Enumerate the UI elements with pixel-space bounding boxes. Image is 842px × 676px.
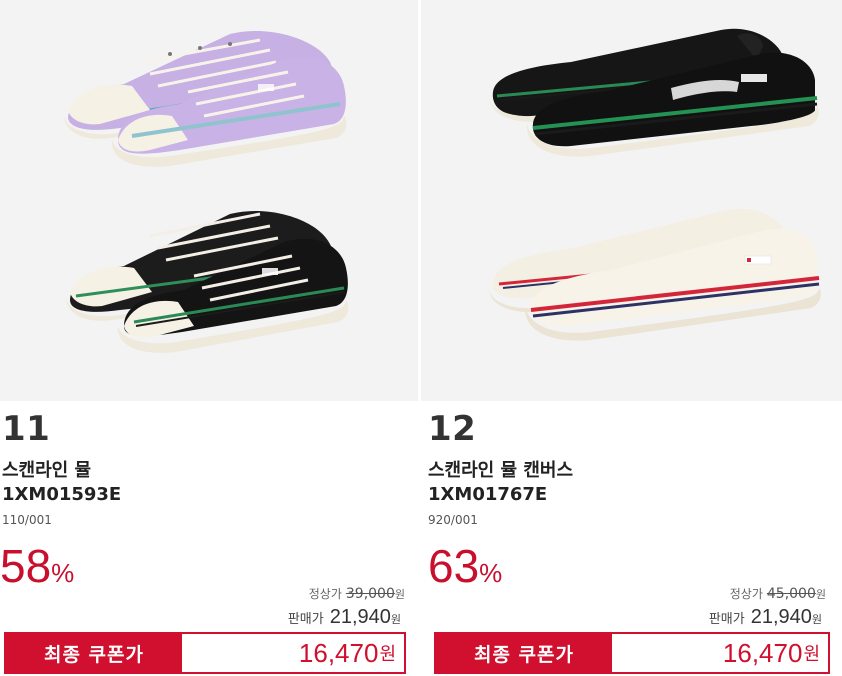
regular-price-label: 정상가	[729, 587, 763, 601]
product-name[interactable]: 스캔라인 뮬	[2, 456, 91, 482]
product-card-12[interactable]: 12 스캔라인 뮬 캔버스 1XM01767E 920/001 63% 정상가 4…	[421, 0, 842, 676]
product-name[interactable]: 스캔라인 뮬 캔버스	[428, 456, 573, 482]
coupon-price-unit: 원	[803, 644, 820, 665]
coupon-price: 16,470 원	[182, 634, 404, 672]
coupon-price-value: 16,470	[722, 637, 803, 668]
sale-price-label: 판매가	[287, 612, 324, 627]
shoe-pair-black-white-slipon-image	[488, 28, 821, 341]
sale-price: 판매가 21,940원	[709, 606, 822, 629]
sale-price-label: 판매가	[708, 612, 745, 627]
product-color-code: 920/001	[428, 513, 478, 527]
sale-price-value: 21,940	[329, 606, 391, 628]
product-image-11[interactable]	[0, 0, 418, 401]
product-color-code: 110/001	[2, 513, 52, 527]
discount-percent-sign: %	[479, 558, 503, 588]
product-code[interactable]: 1XM01767E	[428, 484, 547, 505]
product-rank: 11	[2, 409, 51, 449]
discount-number: 63	[428, 540, 480, 592]
sale-price-unit: 원	[390, 613, 401, 626]
coupon-price-box[interactable]: 최종 쿠폰가 16,470 원	[434, 632, 830, 674]
product-rank: 12	[428, 409, 477, 449]
regular-price-label: 정상가	[308, 587, 342, 601]
sale-price-unit: 원	[811, 613, 822, 626]
sale-price-value: 21,940	[750, 606, 812, 628]
discount-rate: 58%	[0, 539, 74, 593]
coupon-price: 16,470 원	[612, 634, 828, 672]
discount-number: 58	[0, 540, 52, 592]
coupon-price-unit: 원	[379, 644, 396, 665]
coupon-price-label: 최종 쿠폰가	[436, 634, 612, 672]
regular-price: 정상가 39,000원	[309, 585, 405, 602]
sale-price: 판매가 21,940원	[288, 606, 401, 629]
discount-percent-sign: %	[51, 558, 75, 588]
regular-price-value: 45,000	[766, 586, 816, 602]
product-image-12[interactable]	[421, 0, 842, 401]
coupon-price-box[interactable]: 최종 쿠폰가 16,470 원	[4, 632, 406, 674]
coupon-price-label: 최종 쿠폰가	[6, 634, 182, 672]
product-card-11[interactable]: 11 스캔라인 뮬 1XM01593E 110/001 58% 정상가 39,00…	[0, 0, 421, 676]
regular-price-value: 39,000	[345, 586, 395, 602]
coupon-price-value: 16,470	[298, 637, 379, 668]
regular-price-unit: 원	[815, 588, 826, 601]
discount-rate: 63%	[428, 539, 502, 593]
regular-price-unit: 원	[394, 588, 405, 601]
product-code[interactable]: 1XM01593E	[2, 484, 121, 505]
shoe-pair-lilac-black-image	[63, 30, 349, 353]
regular-price: 정상가 45,000원	[730, 585, 826, 602]
